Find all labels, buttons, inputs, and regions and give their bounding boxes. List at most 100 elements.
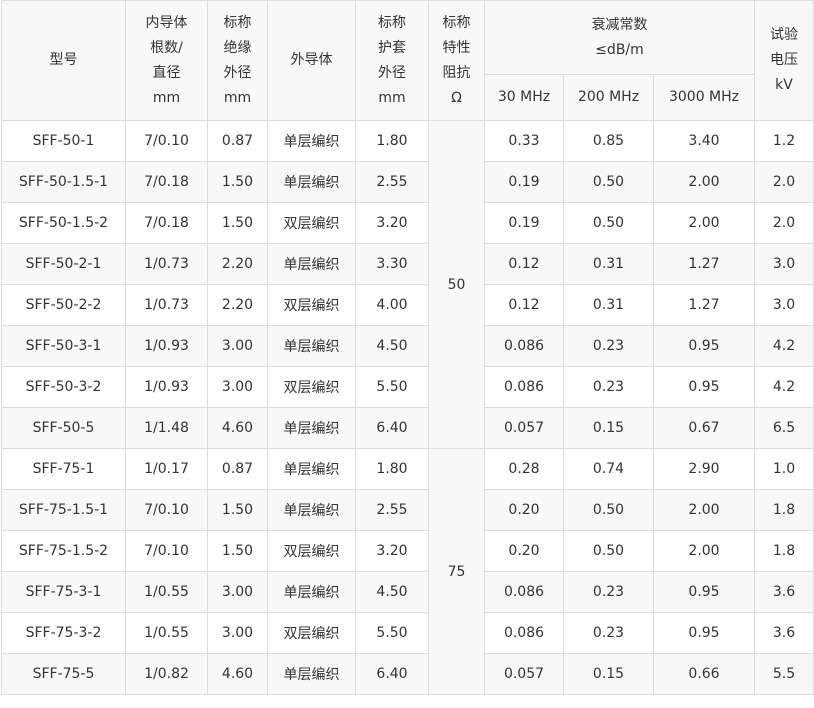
cell-jacket-od: 3.20 [355,202,429,244]
cell-outer-conductor: 双层编织 [267,366,356,408]
header-attenuation: 衰减常数 ≤dB/m [484,0,755,75]
cell-model: SFF-50-5 [1,407,126,449]
cell-att-30: 0.057 [484,407,564,449]
cell-att-30: 0.20 [484,530,564,572]
cell-inner-conductor: 1/0.93 [125,366,208,408]
cell-outer-conductor: 双层编织 [267,530,356,572]
cell-impedance-75: 75 [428,448,485,695]
cell-insulation-od: 3.00 [207,571,268,613]
table-row: SFF-75-1.5-1 7/0.10 1.50 单层编织 2.55 0.20 … [1,489,814,531]
cell-test-voltage: 5.5 [754,653,814,695]
header-impedance: 标称 特性 阻抗 Ω [428,0,485,121]
cell-insulation-od: 3.00 [207,612,268,654]
cell-impedance-50: 50 [428,120,485,449]
header-jacket-od: 标称 护套 外径 mm [355,0,429,121]
cell-att-30: 0.28 [484,448,564,490]
cell-att-200: 0.74 [563,448,654,490]
cell-att-3000: 0.95 [653,571,755,613]
cell-test-voltage: 3.6 [754,612,814,654]
cell-outer-conductor: 单层编织 [267,161,356,203]
cell-att-30: 0.12 [484,243,564,285]
cell-att-200: 0.15 [563,407,654,449]
cell-jacket-od: 2.55 [355,161,429,203]
header-freq-30: 30 MHz [484,74,564,121]
cell-att-3000: 1.27 [653,284,755,326]
table-row: SFF-50-2-2 1/0.73 2.20 双层编织 4.00 0.12 0.… [1,284,814,326]
cell-inner-conductor: 7/0.10 [125,530,208,572]
cell-jacket-od: 4.00 [355,284,429,326]
cell-outer-conductor: 双层编织 [267,284,356,326]
cell-insulation-od: 0.87 [207,448,268,490]
cell-att-200: 0.50 [563,202,654,244]
cell-att-3000: 1.27 [653,243,755,285]
cell-att-30: 0.086 [484,571,564,613]
cell-att-200: 0.31 [563,243,654,285]
cell-jacket-od: 4.50 [355,325,429,367]
cell-jacket-od: 5.50 [355,366,429,408]
header-insulation-od: 标称 绝缘 外径 mm [207,0,268,121]
cell-model: SFF-75-3-1 [1,571,126,613]
cell-test-voltage: 2.0 [754,202,814,244]
cell-jacket-od: 5.50 [355,612,429,654]
cell-outer-conductor: 单层编织 [267,325,356,367]
cell-test-voltage: 1.2 [754,120,814,162]
cell-model: SFF-50-1 [1,120,126,162]
cell-att-200: 0.23 [563,325,654,367]
table-row: SFF-75-1.5-2 7/0.10 1.50 双层编织 3.20 0.20 … [1,530,814,572]
cell-outer-conductor: 双层编织 [267,612,356,654]
cell-test-voltage: 3.6 [754,571,814,613]
cell-att-30: 0.19 [484,202,564,244]
cell-att-3000: 3.40 [653,120,755,162]
cell-insulation-od: 2.20 [207,243,268,285]
cell-att-200: 0.50 [563,530,654,572]
cell-jacket-od: 1.80 [355,448,429,490]
cell-test-voltage: 6.5 [754,407,814,449]
header-inner-conductor: 内导体 根数/ 直径 mm [125,0,208,121]
cell-inner-conductor: 1/0.55 [125,612,208,654]
cell-jacket-od: 1.80 [355,120,429,162]
header-test-voltage: 试验 电压 kV [754,0,814,121]
cell-att-30: 0.19 [484,161,564,203]
cell-outer-conductor: 单层编织 [267,243,356,285]
cell-inner-conductor: 7/0.18 [125,202,208,244]
cell-outer-conductor: 单层编织 [267,407,356,449]
cell-model: SFF-50-2-1 [1,243,126,285]
cell-insulation-od: 1.50 [207,202,268,244]
cell-jacket-od: 6.40 [355,407,429,449]
table-row: SFF-50-1.5-1 7/0.18 1.50 单层编织 2.55 0.19 … [1,161,814,203]
cell-insulation-od: 1.50 [207,530,268,572]
cell-test-voltage: 2.0 [754,161,814,203]
cell-model: SFF-75-1.5-2 [1,530,126,572]
table-row: SFF-75-1 1/0.17 0.87 单层编织 1.80 75 0.28 0… [1,448,814,695]
cell-att-3000: 0.66 [653,653,755,695]
cell-insulation-od: 1.50 [207,489,268,531]
cell-att-3000: 0.95 [653,366,755,408]
cell-model: SFF-50-1.5-2 [1,202,126,244]
cell-att-3000: 2.00 [653,489,755,531]
cell-model: SFF-50-2-2 [1,284,126,326]
header-outer-conductor: 外导体 [267,0,356,121]
cell-inner-conductor: 1/0.73 [125,243,208,285]
cell-att-3000: 0.67 [653,407,755,449]
cell-inner-conductor: 1/1.48 [125,407,208,449]
cell-jacket-od: 2.55 [355,489,429,531]
cell-insulation-od: 2.20 [207,284,268,326]
header-model: 型号 [1,0,126,121]
table-row: SFF-50-3-1 1/0.93 3.00 单层编织 4.50 0.086 0… [1,325,814,367]
cell-att-3000: 2.00 [653,530,755,572]
cell-outer-conductor: 单层编织 [267,448,356,490]
cell-att-3000: 0.95 [653,325,755,367]
table-row: SFF-75-3-1 1/0.55 3.00 单层编织 4.50 0.086 0… [1,571,814,613]
cell-jacket-od: 6.40 [355,653,429,695]
cell-att-200: 0.50 [563,161,654,203]
cell-model: SFF-50-1.5-1 [1,161,126,203]
cell-att-200: 0.15 [563,653,654,695]
table-row: SFF-50-3-2 1/0.93 3.00 双层编织 5.50 0.086 0… [1,366,814,408]
table-row: SFF-75-3-2 1/0.55 3.00 双层编织 5.50 0.086 0… [1,612,814,654]
cell-test-voltage: 1.8 [754,530,814,572]
cell-att-30: 0.20 [484,489,564,531]
cell-outer-conductor: 单层编织 [267,653,356,695]
cell-att-3000: 2.90 [653,448,755,490]
cell-jacket-od: 3.20 [355,530,429,572]
cell-model: SFF-75-1.5-1 [1,489,126,531]
